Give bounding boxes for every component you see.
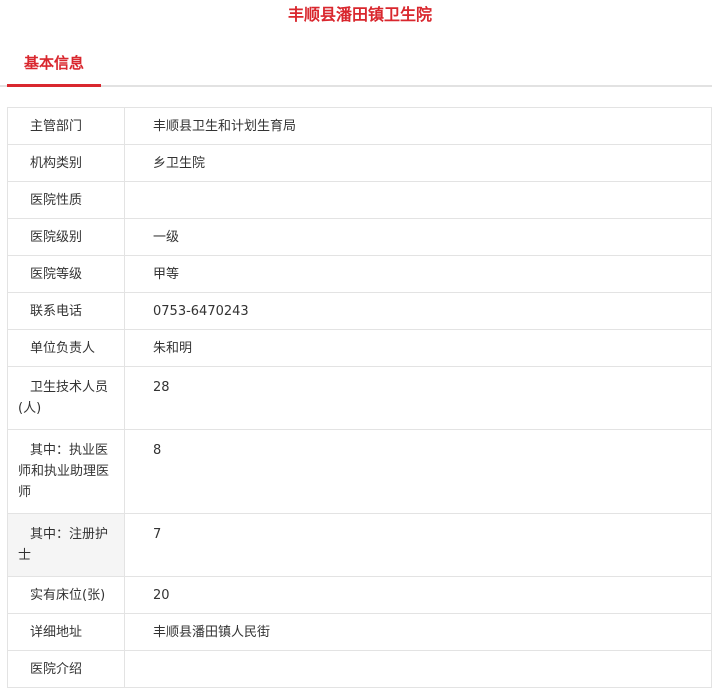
row-value: 7 [124, 513, 712, 577]
row-value: 朱和明 [124, 329, 712, 367]
table-row-level: 医院级别 一级 [7, 218, 712, 256]
table-row-category: 机构类别 乡卫生院 [7, 144, 712, 182]
row-label: 医院性质 [7, 181, 125, 219]
row-label: 其中：注册护士 [7, 513, 125, 577]
row-label: 医院级别 [7, 218, 125, 256]
row-label: 实有床位(张) [7, 576, 125, 614]
row-value: 8 [124, 429, 712, 514]
row-label: 单位负责人 [7, 329, 125, 367]
table-row-intro: 医院介绍 [7, 650, 712, 688]
page-title: 丰顺县潘田镇卫生院 [287, 5, 432, 24]
row-label: 医院介绍 [7, 650, 125, 688]
row-label: 卫生技术人员(人) [7, 366, 125, 430]
table-row-tech-staff: 卫生技术人员(人) 28 [7, 366, 712, 430]
table-row-nature: 医院性质 [7, 181, 712, 219]
row-value: 20 [124, 576, 712, 614]
table-row-nurses: 其中：注册护士 7 [7, 513, 712, 577]
row-label: 详细地址 [7, 613, 125, 651]
row-value [124, 650, 712, 688]
row-value: 丰顺县潘田镇人民街 [124, 613, 712, 651]
tab-basic-info[interactable]: 基本信息 [7, 40, 101, 87]
table-row-leader: 单位负责人 朱和明 [7, 329, 712, 367]
row-value: 丰顺县卫生和计划生育局 [124, 107, 712, 145]
row-label: 联系电话 [7, 292, 125, 330]
tab-bar: 基本信息 [0, 40, 712, 87]
row-label: 其中：执业医师和执业助理医师 [7, 429, 125, 514]
row-value [124, 181, 712, 219]
table-row-address: 详细地址 丰顺县潘田镇人民街 [7, 613, 712, 651]
row-value: 乡卫生院 [124, 144, 712, 182]
row-label: 主管部门 [7, 107, 125, 145]
row-value: 0753-6470243 [124, 292, 712, 330]
table-row-phone: 联系电话 0753-6470243 [7, 292, 712, 330]
row-label: 机构类别 [7, 144, 125, 182]
table-row-physicians: 其中：执业医师和执业助理医师 8 [7, 429, 712, 514]
hospital-info-table: 主管部门 丰顺县卫生和计划生育局 机构类别 乡卫生院 医院性质 医院级别 一级 … [7, 107, 712, 688]
table-row-department: 主管部门 丰顺县卫生和计划生育局 [7, 107, 712, 145]
row-value: 28 [124, 366, 712, 430]
row-label: 医院等级 [7, 255, 125, 293]
row-value: 一级 [124, 218, 712, 256]
table-row-grade: 医院等级 甲等 [7, 255, 712, 293]
table-row-beds: 实有床位(张) 20 [7, 576, 712, 614]
row-value: 甲等 [124, 255, 712, 293]
